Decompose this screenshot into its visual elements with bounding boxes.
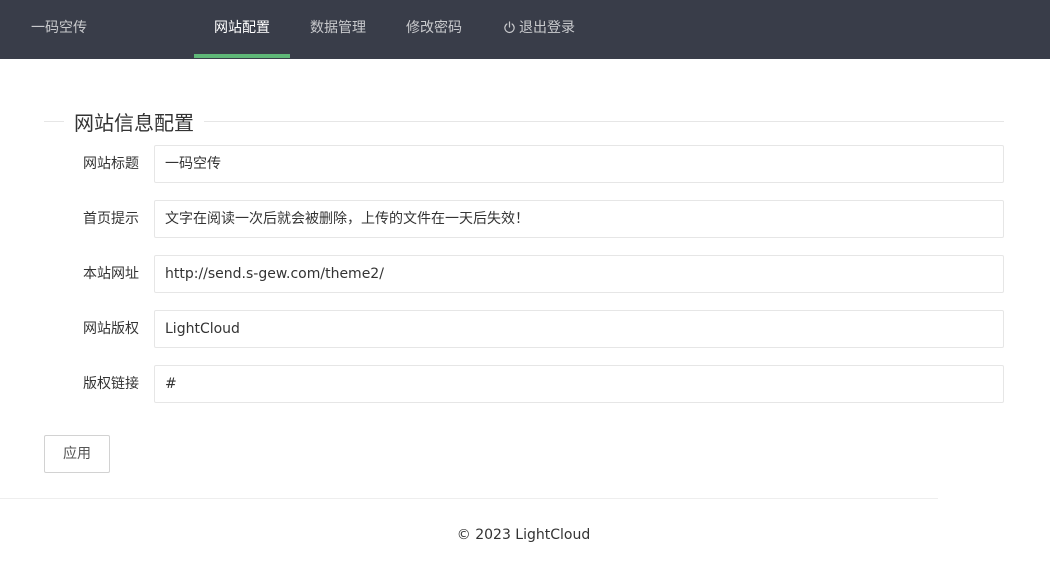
copyright-link-label: 版权链接 — [83, 376, 139, 392]
home-tip-label: 首页提示 — [83, 211, 139, 227]
footer-divider — [0, 498, 938, 499]
active-nav-indicator — [194, 54, 290, 58]
brand-title: 一码空传 — [31, 20, 87, 36]
copyright-input[interactable]: LightCloud — [154, 310, 1004, 348]
home-tip-input[interactable]: 文字在阅读一次后就会被删除，上传的文件在一天后失效！ — [154, 200, 1004, 238]
site-url-input[interactable]: http://send.s-gew.com/theme2/ — [154, 255, 1004, 293]
copyright-link-input[interactable]: # — [154, 365, 1004, 403]
site-title-label: 网站标题 — [83, 156, 139, 172]
nav-site-config[interactable]: 网站配置 — [194, 0, 290, 59]
form-legend: 网站信息配置 — [64, 109, 204, 137]
nav-change-password[interactable]: 修改密码 — [386, 0, 482, 59]
apply-button[interactable]: 应用 — [44, 435, 110, 473]
top-header: 一码空传 网站配置 数据管理 修改密码 退出登录 — [0, 0, 1050, 59]
nav-logout[interactable]: 退出登录 — [482, 0, 596, 59]
site-url-label: 本站网址 — [83, 266, 139, 282]
site-title-input[interactable]: 一码空传 — [154, 145, 1004, 183]
nav-data-management[interactable]: 数据管理 — [290, 0, 386, 59]
footer-copyright: © 2023 LightCloud — [456, 527, 591, 543]
nav-logout-label: 退出登录 — [519, 20, 575, 36]
power-icon — [503, 2, 516, 59]
copyright-label: 网站版权 — [83, 321, 139, 337]
